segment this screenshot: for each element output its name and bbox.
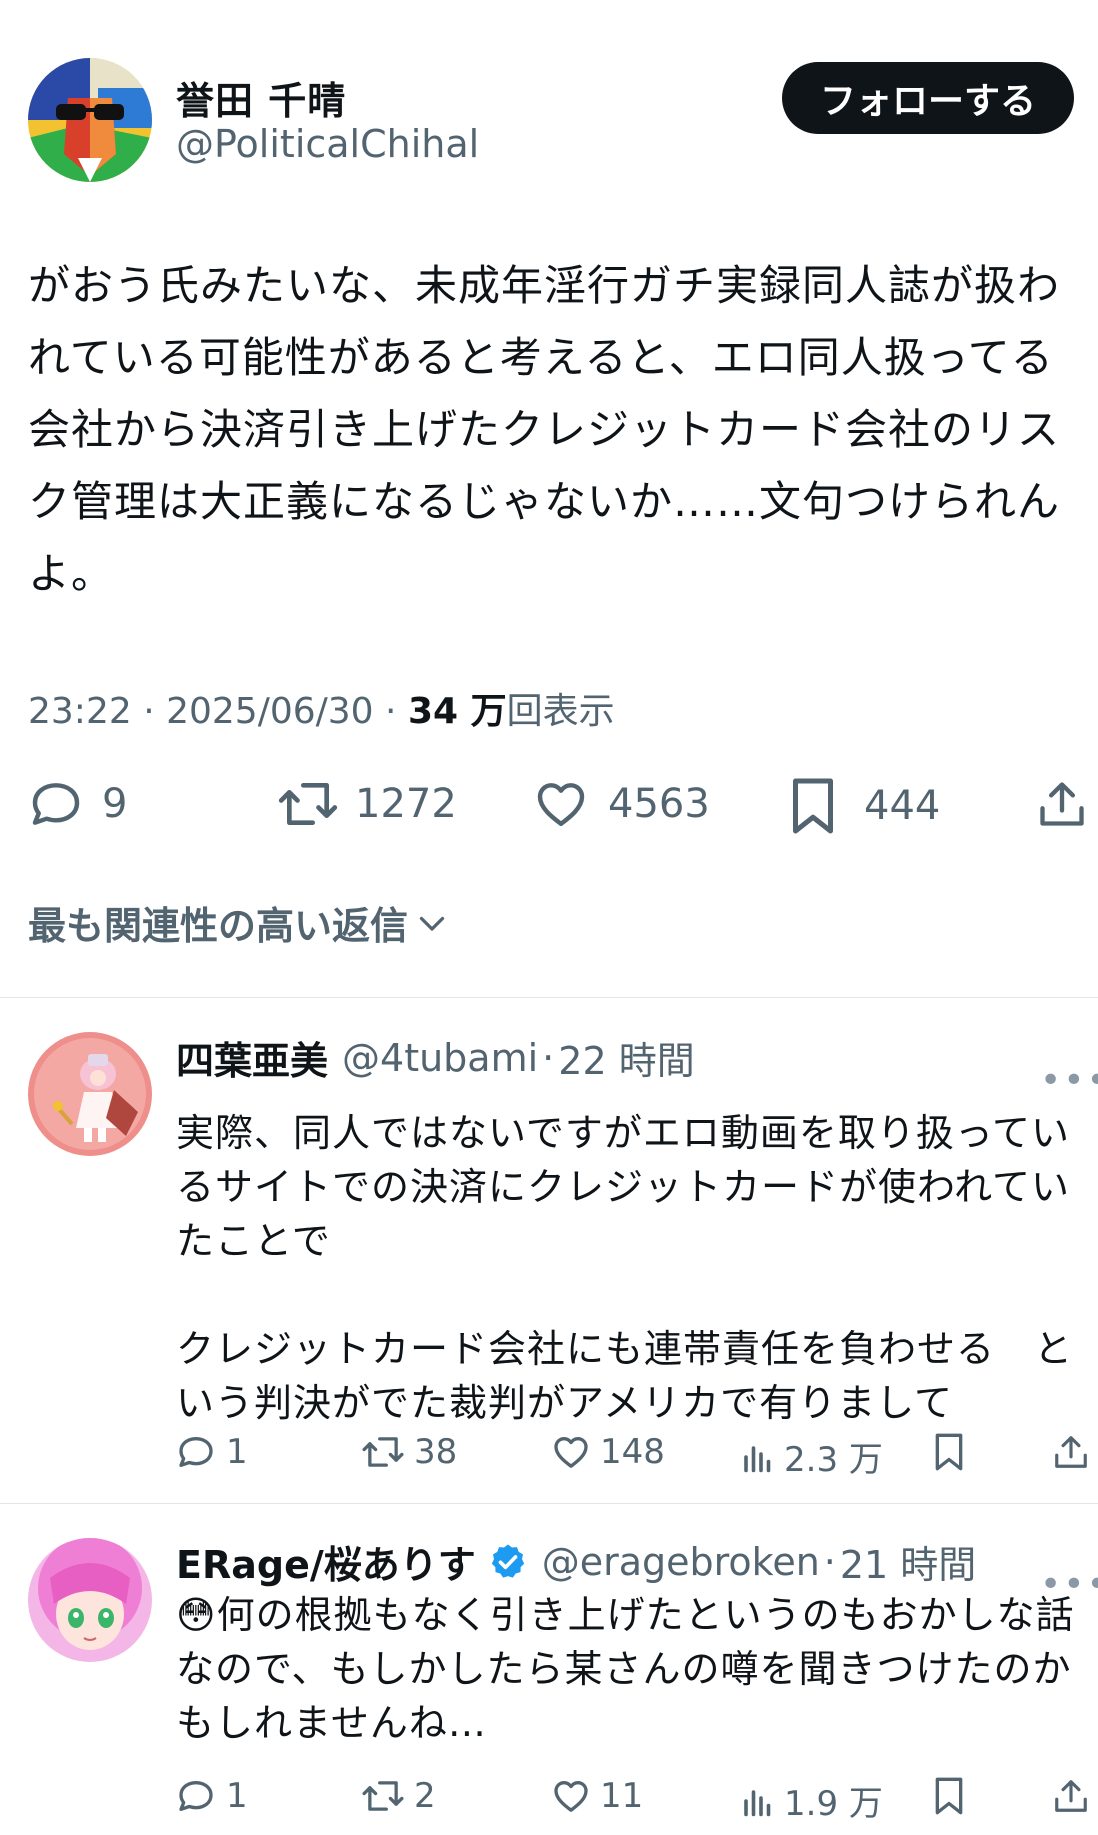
- meta-separator: ·: [823, 1539, 836, 1584]
- reply-bookmark-button[interactable]: [932, 1776, 966, 1816]
- reply-author-name[interactable]: ERage/桜ありす: [176, 1534, 476, 1589]
- reply-time[interactable]: 21 時間: [840, 1534, 976, 1589]
- reply-share-button[interactable]: [1052, 1432, 1090, 1472]
- divider: [0, 997, 1098, 998]
- reply-views-button[interactable]: 2.3 万: [740, 1432, 883, 1481]
- meta-separator: ·: [385, 691, 408, 732]
- tweet-meta: 23:22 · 2025/06/30 · 34 万回表示: [28, 682, 615, 734]
- reply-avatar[interactable]: [28, 1032, 152, 1156]
- divider: [0, 1503, 1098, 1504]
- author-avatar[interactable]: [28, 58, 152, 182]
- like-count: 148: [600, 1432, 665, 1472]
- reply-icon: [179, 1437, 213, 1467]
- reply-views-button[interactable]: 1.9 万: [740, 1776, 883, 1825]
- analytics-icon: [744, 1789, 771, 1816]
- share-icon: [1055, 1780, 1087, 1812]
- reply-header: ERage/桜ありす @eragebroken · 21 時間: [176, 1534, 976, 1589]
- like-button[interactable]: 4563: [532, 776, 710, 832]
- bookmark-icon: [793, 778, 833, 834]
- reply-author-name[interactable]: 四葉亜美: [176, 1030, 328, 1085]
- retweet-count: 38: [414, 1432, 458, 1472]
- reply-author-handle[interactable]: @eragebroken: [542, 1540, 820, 1584]
- like-count: 4563: [608, 781, 710, 827]
- follow-button[interactable]: フォローする: [782, 62, 1074, 134]
- reply-avatar[interactable]: [28, 1538, 152, 1662]
- verified-badge-icon: [491, 1544, 524, 1578]
- replies-sort-selector[interactable]: 最も関連性の高い返信: [28, 895, 450, 950]
- heart-icon: [554, 1781, 588, 1812]
- reply-like-button[interactable]: 148: [550, 1432, 665, 1472]
- views-count: 2.3 万: [784, 1440, 883, 1480]
- reply-count: 1: [226, 1432, 248, 1472]
- bookmark-icon: [935, 1777, 963, 1815]
- reply-author-handle[interactable]: @4tubami: [342, 1036, 538, 1080]
- views-count: 34 万: [407, 691, 507, 732]
- reply-text: 😳何の根拠もなく引き上げたというのもおかしな話なので、もしかしたら某さんの噂を聞…: [176, 1588, 1096, 1750]
- tweet-time[interactable]: 23:22: [28, 691, 132, 732]
- reply-button[interactable]: 9: [28, 776, 127, 832]
- meta-separator: ·: [542, 1035, 555, 1080]
- reply-header: 四葉亜美 @4tubami · 22 時間: [176, 1030, 695, 1085]
- share-button[interactable]: [1036, 776, 1088, 832]
- retweet-icon: [362, 1781, 404, 1811]
- more-options-icon[interactable]: •••: [1040, 1060, 1098, 1101]
- heart-icon: [554, 1437, 588, 1468]
- reply-reply-button[interactable]: 1: [176, 1432, 248, 1472]
- views-count: 1.9 万: [784, 1784, 883, 1824]
- like-count: 11: [600, 1776, 644, 1816]
- reply-icon: [32, 783, 80, 825]
- author-name[interactable]: 誉田 千晴: [176, 70, 346, 125]
- retweet-count: 1272: [355, 781, 457, 827]
- reply-text-body: 何の根拠もなく引き上げたというのもおかしな話なので、もしかしたら某さんの噂を聞き…: [176, 1593, 1075, 1745]
- reply-icon: [179, 1781, 213, 1811]
- heart-icon: [537, 783, 585, 827]
- bookmark-icon: [935, 1433, 963, 1471]
- share-icon: [1040, 782, 1084, 826]
- bookmark-button[interactable]: 444: [788, 776, 940, 836]
- reply-retweet-button[interactable]: 2: [360, 1776, 436, 1816]
- reply-bookmark-button[interactable]: [932, 1432, 966, 1472]
- flushed-emoji: 😳: [176, 1593, 217, 1637]
- meta-separator: ·: [143, 691, 167, 732]
- author-handle[interactable]: @PoliticalChihal: [176, 122, 479, 166]
- replies-sort-label: 最も関連性の高い返信: [28, 904, 409, 948]
- share-icon: [1055, 1436, 1087, 1468]
- retweet-button[interactable]: 1272: [275, 776, 457, 832]
- reply-retweet-button[interactable]: 38: [360, 1432, 457, 1472]
- reply-count: 9: [102, 781, 128, 827]
- reply-like-button[interactable]: 11: [550, 1776, 643, 1816]
- retweet-count: 2: [414, 1776, 436, 1816]
- tweet-date[interactable]: 2025/06/30: [166, 691, 374, 732]
- reply-reply-button[interactable]: 1: [176, 1776, 248, 1816]
- retweet-icon: [362, 1437, 404, 1467]
- tweet-text: がおう氏みたいな、未成年淫行ガチ実録同人誌が扱われている可能性があると考えると、…: [28, 261, 1061, 598]
- reply-share-button[interactable]: [1052, 1776, 1090, 1816]
- chevron-down-icon: [419, 916, 445, 931]
- bookmark-count: 444: [864, 783, 941, 829]
- analytics-icon: [744, 1445, 771, 1472]
- views-label: 回表示: [506, 691, 615, 732]
- reply-time[interactable]: 22 時間: [558, 1030, 694, 1085]
- retweet-icon: [278, 783, 338, 825]
- reply-text: 実際、同人ではないですがエロ動画を取り扱っているサイトでの決済にクレジットカード…: [176, 1111, 1074, 1425]
- reply-count: 1: [226, 1776, 248, 1816]
